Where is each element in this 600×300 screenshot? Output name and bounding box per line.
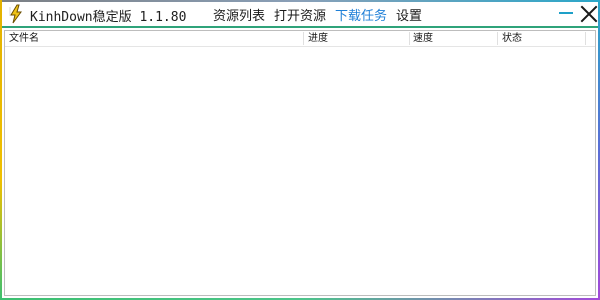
column-divider[interactable] <box>409 32 410 45</box>
app-title: KinhDown稳定版 1.1.80 <box>30 10 187 25</box>
column-divider[interactable] <box>497 32 498 45</box>
title-bar[interactable]: KinhDown稳定版 1.1.80 资源列表 打开资源 下载任务 设置 <box>2 2 598 26</box>
list-header: 文件名 进度 速度 状态 <box>5 31 595 47</box>
nav-download-tasks[interactable]: 下载任务 <box>335 5 387 24</box>
column-header-status[interactable]: 状态 <box>502 32 522 45</box>
window-border-left <box>0 0 2 300</box>
nav-open-resource[interactable]: 打开资源 <box>274 5 326 24</box>
title-separator <box>2 26 598 28</box>
nav-settings[interactable]: 设置 <box>396 5 422 24</box>
lightning-bolt-icon <box>8 4 24 24</box>
column-divider[interactable] <box>585 32 586 45</box>
column-divider[interactable] <box>303 32 304 45</box>
column-header-speed[interactable]: 速度 <box>413 32 433 45</box>
column-header-filename[interactable]: 文件名 <box>9 32 39 45</box>
nav-resource-list[interactable]: 资源列表 <box>213 5 265 24</box>
column-header-progress[interactable]: 进度 <box>308 32 328 45</box>
app-window: KinhDown稳定版 1.1.80 资源列表 打开资源 下载任务 设置 文件名… <box>0 0 600 300</box>
download-task-list[interactable]: 文件名 进度 速度 状态 <box>4 30 596 296</box>
minimize-icon[interactable] <box>559 12 573 14</box>
close-icon[interactable] <box>580 5 598 23</box>
